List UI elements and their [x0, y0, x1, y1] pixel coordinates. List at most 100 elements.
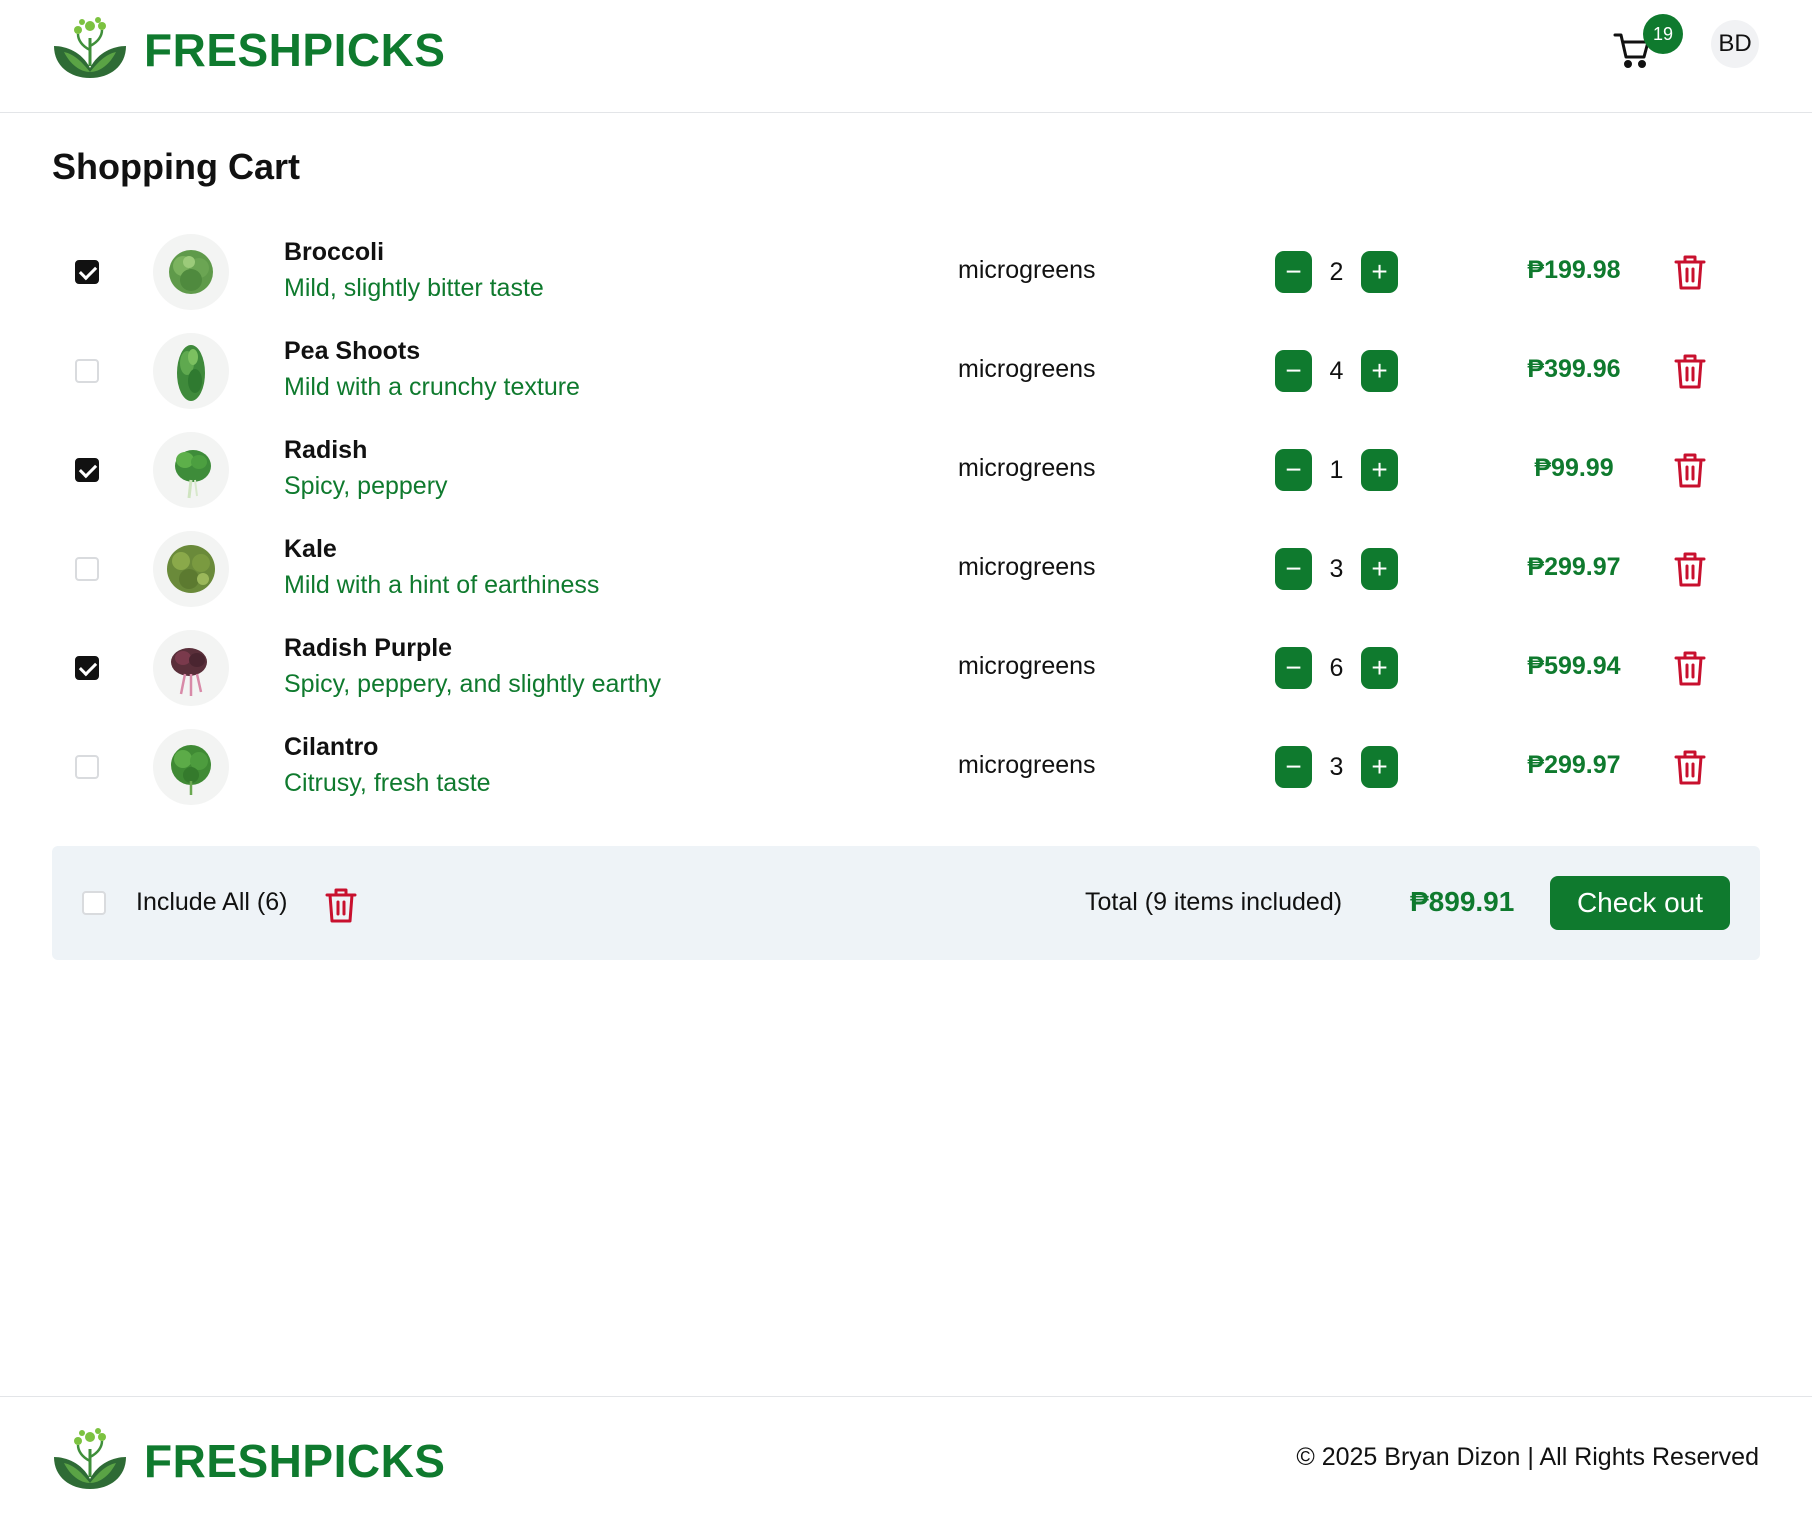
increase-quantity-button[interactable]: +: [1361, 350, 1398, 392]
checkout-button[interactable]: Check out: [1550, 876, 1730, 930]
cart-item-row: Pea Shoots Mild with a crunchy texture m…: [52, 321, 1760, 420]
quantity-stepper: − 3 +: [1275, 548, 1411, 590]
total-value: ₱899.91: [1410, 886, 1515, 917]
page-title: Shopping Cart: [52, 146, 300, 187]
quantity-stepper: − 2 +: [1275, 251, 1411, 293]
quantity-value: 1: [1329, 455, 1344, 484]
leaf-sprout-icon: [54, 1428, 126, 1489]
quantity-value: 4: [1329, 356, 1344, 385]
product-image: [153, 729, 229, 805]
quantity-stepper: − 6 +: [1275, 647, 1411, 689]
product-category: microgreens: [958, 355, 1096, 383]
product-category: microgreens: [958, 751, 1096, 779]
product-name: Radish Purple: [284, 634, 453, 662]
footer-brand-name: FRESHPICKS: [144, 1435, 446, 1487]
trash-icon: [325, 888, 357, 923]
minus-icon: −: [1285, 652, 1302, 683]
minus-icon: −: [1285, 553, 1302, 584]
quantity-stepper: − 3 +: [1275, 746, 1411, 788]
increase-quantity-button[interactable]: +: [1361, 449, 1398, 491]
product-description: Citrusy, fresh taste: [284, 769, 491, 797]
quantity-value: 6: [1329, 653, 1344, 682]
cart-item-row: Cilantro Citrusy, fresh taste microgreen…: [52, 717, 1760, 816]
include-all-checkbox[interactable]: [82, 891, 106, 915]
product-name: Broccoli: [284, 238, 385, 266]
item-price: ₱399.96: [1527, 355, 1621, 383]
product-description: Mild with a crunchy texture: [284, 373, 580, 401]
increase-quantity-button[interactable]: +: [1361, 251, 1398, 293]
cart-item-row: Radish Purple Spicy, peppery, and slight…: [52, 618, 1760, 717]
plus-icon: +: [1371, 652, 1388, 683]
cart-summary-bar: Include All (6) Total (9 items included)…: [52, 846, 1760, 960]
user-avatar[interactable]: BD: [1711, 20, 1759, 68]
plus-icon: +: [1371, 256, 1388, 287]
brand-logo-link[interactable]: FRESHPICKS: [52, 16, 445, 84]
product-description: Mild, slightly bitter taste: [284, 274, 544, 302]
top-navbar: FRESHPICKS 19 BD: [0, 0, 1812, 113]
include-all-label: Include All (6): [136, 888, 288, 916]
footer-brand[interactable]: FRESHPICKS: [52, 1427, 445, 1495]
footer: FRESHPICKS © 2025 Bryan Dizon | All Righ…: [0, 1396, 1812, 1522]
minus-icon: −: [1285, 454, 1302, 485]
leaf-sprout-icon: [54, 17, 126, 78]
quantity-stepper: − 4 +: [1275, 350, 1411, 392]
remove-item-button[interactable]: [1673, 352, 1707, 390]
decrease-quantity-button[interactable]: −: [1275, 251, 1312, 293]
cart-item-row: Radish Spicy, peppery microgreens − 1 + …: [52, 420, 1760, 519]
item-checkbox[interactable]: [75, 755, 99, 779]
product-name: Radish: [284, 436, 368, 464]
increase-quantity-button[interactable]: +: [1361, 746, 1398, 788]
item-price: ₱99.99: [1534, 454, 1614, 482]
copyright-text: © 2025 Bryan Dizon | All Rights Reserved: [1296, 1443, 1759, 1471]
product-image: [153, 234, 229, 310]
increase-quantity-button[interactable]: +: [1361, 548, 1398, 590]
trash-icon: [1674, 255, 1706, 290]
item-checkbox[interactable]: [75, 656, 99, 680]
quantity-stepper: − 1 +: [1275, 449, 1411, 491]
quantity-value: 3: [1329, 554, 1344, 583]
decrease-quantity-button[interactable]: −: [1275, 647, 1312, 689]
item-price: ₱299.97: [1527, 553, 1621, 581]
plus-icon: +: [1371, 454, 1388, 485]
quantity-value: 2: [1329, 257, 1344, 286]
decrease-quantity-button[interactable]: −: [1275, 746, 1312, 788]
product-category: microgreens: [958, 553, 1096, 581]
trash-icon: [1674, 354, 1706, 389]
remove-item-button[interactable]: [1673, 649, 1707, 687]
decrease-quantity-button[interactable]: −: [1275, 449, 1312, 491]
item-checkbox[interactable]: [75, 557, 99, 581]
quantity-value: 3: [1329, 752, 1344, 781]
product-description: Spicy, peppery, and slightly earthy: [284, 670, 662, 698]
remove-selected-button[interactable]: [324, 886, 358, 924]
item-price: ₱199.98: [1527, 256, 1621, 284]
product-image: [153, 432, 229, 508]
minus-icon: −: [1285, 355, 1302, 386]
trash-icon: [1674, 750, 1706, 785]
total-label: Total (9 items included): [1085, 888, 1343, 916]
remove-item-button[interactable]: [1673, 748, 1707, 786]
decrease-quantity-button[interactable]: −: [1275, 548, 1312, 590]
cart-items-list: Broccoli Mild, slightly bitter taste mic…: [52, 222, 1760, 816]
product-description: Mild with a hint of earthiness: [284, 571, 600, 599]
plus-icon: +: [1371, 751, 1388, 782]
plus-icon: +: [1371, 355, 1388, 386]
remove-item-button[interactable]: [1673, 550, 1707, 588]
plus-icon: +: [1371, 553, 1388, 584]
item-checkbox[interactable]: [75, 359, 99, 383]
item-checkbox[interactable]: [75, 458, 99, 482]
product-category: microgreens: [958, 454, 1096, 482]
item-price: ₱599.94: [1527, 652, 1621, 680]
cart-item-row: Kale Mild with a hint of earthiness micr…: [52, 519, 1760, 618]
minus-icon: −: [1285, 256, 1302, 287]
product-image: [153, 531, 229, 607]
remove-item-button[interactable]: [1673, 253, 1707, 291]
item-price: ₱299.97: [1527, 751, 1621, 779]
trash-icon: [1674, 552, 1706, 587]
product-category: microgreens: [958, 256, 1096, 284]
remove-item-button[interactable]: [1673, 451, 1707, 489]
increase-quantity-button[interactable]: +: [1361, 647, 1398, 689]
decrease-quantity-button[interactable]: −: [1275, 350, 1312, 392]
item-checkbox[interactable]: [75, 260, 99, 284]
product-description: Spicy, peppery: [284, 472, 448, 500]
minus-icon: −: [1285, 751, 1302, 782]
